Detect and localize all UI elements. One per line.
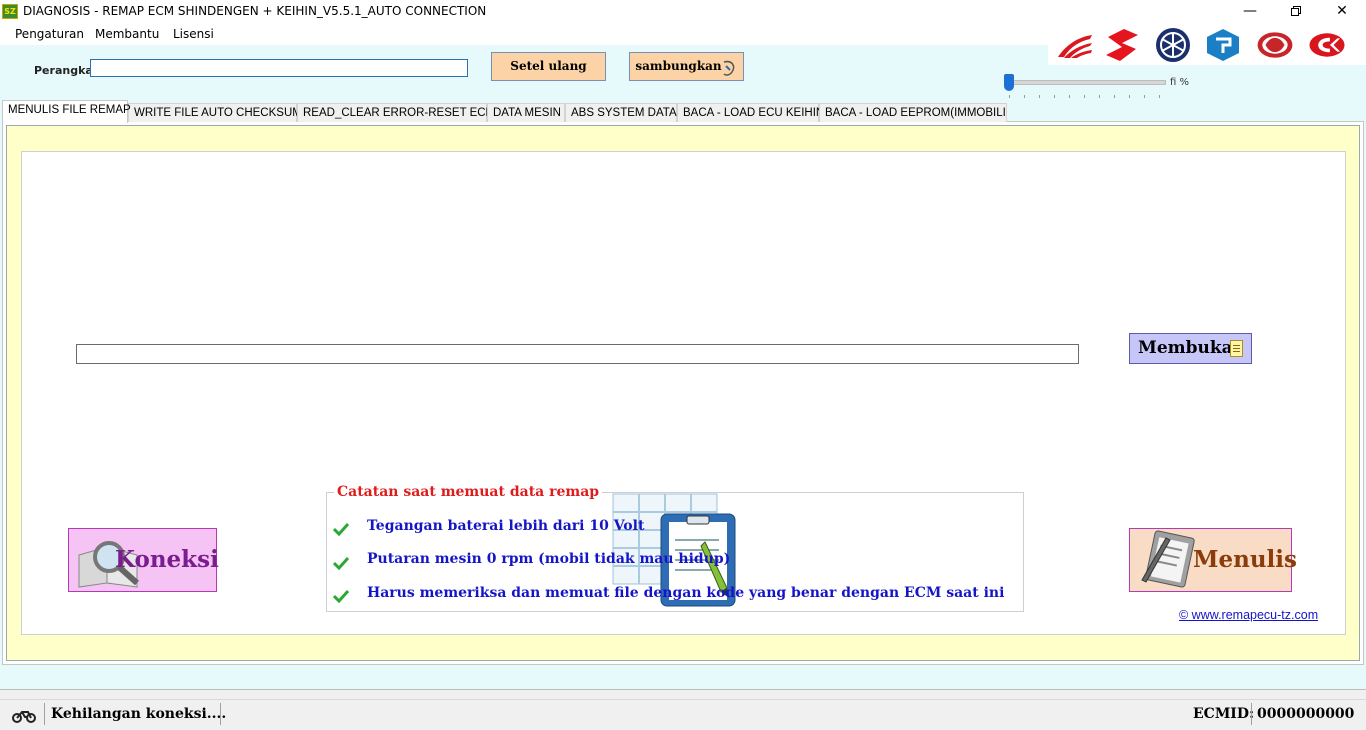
- website-link[interactable]: © www.remapecu-tz.com: [1179, 608, 1318, 622]
- progress-strip: [0, 689, 1366, 699]
- suzuki-logo: [1106, 29, 1138, 61]
- open-button-label: Membuka: [1138, 338, 1233, 358]
- menu-pengaturan[interactable]: Pengaturan: [15, 27, 84, 41]
- tab-menulis-file-remap[interactable]: MENULIS FILE REMAP: [2, 100, 131, 123]
- open-button[interactable]: Membuka: [1129, 333, 1252, 364]
- status-separator: [220, 703, 221, 725]
- slider-tick: [1069, 95, 1070, 98]
- note-item: Tegangan baterai lebih dari 10 Volt: [367, 518, 645, 534]
- document-icon: [1230, 340, 1243, 357]
- slider-tick: [1084, 95, 1085, 98]
- reset-button[interactable]: Setel ulang: [491, 52, 606, 81]
- check-icon: [333, 556, 349, 570]
- ecmid-value: 0000000000: [1257, 706, 1355, 722]
- honda-wing-logo: [1058, 35, 1092, 58]
- note-item: Putaran mesin 0 rpm (mobil tidak mau hid…: [367, 551, 731, 567]
- slider-thumb[interactable]: [1004, 74, 1014, 91]
- slider-track[interactable]: [1008, 80, 1166, 85]
- clipboard-pen-icon: [1141, 530, 1195, 588]
- status-separator: [1251, 703, 1252, 725]
- tab-baca-load-eeprom[interactable]: BACA - LOAD EEPROM(IMMOBILIZ: [819, 103, 1007, 122]
- check-icon: [333, 522, 349, 536]
- status-separator: [44, 703, 45, 725]
- yamaha-logo: [1156, 28, 1190, 62]
- daihatsu-logo: [1257, 32, 1293, 58]
- slider-tick: [1024, 95, 1025, 98]
- note-item: Harus memeriksa dan memuat file dengan k…: [367, 585, 1005, 601]
- ecmid-label: ECMID:: [1193, 706, 1255, 722]
- app-icon: SZ: [2, 4, 18, 19]
- tab-write-file-auto-checksum[interactable]: WRITE FILE AUTO CHECKSUM: [128, 103, 302, 122]
- motorcycle-icon: [12, 711, 36, 723]
- tab-abs-system-data[interactable]: ABS SYSTEM DATA: [565, 103, 677, 122]
- device-label: Perangkat: [34, 64, 99, 77]
- slider-tick: [1099, 95, 1100, 98]
- tab-read-clear-error[interactable]: READ_CLEAR ERROR-RESET ECM: [297, 103, 495, 122]
- window-title: DIAGNOSIS - REMAP ECM SHINDENGEN + KEIHI…: [23, 4, 487, 18]
- menu-lisensi[interactable]: Lisensi: [173, 27, 214, 41]
- connect-top-label: sambungkan: [635, 59, 722, 73]
- device-field[interactable]: [90, 59, 468, 77]
- minimize-icon[interactable]: —: [1227, 0, 1273, 23]
- restore-icon[interactable]: [1273, 0, 1319, 23]
- slider-tick: [1039, 95, 1040, 98]
- tab-baca-load-ecu-keihin[interactable]: BACA - LOAD ECU KEIHIN: [677, 103, 824, 122]
- kymco-logo: [1309, 33, 1345, 57]
- check-icon: [333, 589, 349, 603]
- slider-tick: [1054, 95, 1055, 98]
- connection-status: Kehilangan koneksi....: [51, 706, 227, 722]
- slider-tick: [1159, 95, 1160, 98]
- tab-data-mesin[interactable]: DATA MESIN: [487, 103, 565, 122]
- connect-label: Koneksi: [115, 546, 219, 573]
- slider-tick: [1009, 95, 1010, 98]
- slider-tick: [1144, 95, 1145, 98]
- file-path-field[interactable]: [76, 344, 1079, 364]
- slider-label: fi %: [1170, 77, 1189, 88]
- usb-icon: [723, 60, 735, 76]
- menu-membantu[interactable]: Membantu: [95, 27, 159, 41]
- slider-tick: [1114, 95, 1115, 98]
- piaggio-logo: [1207, 29, 1239, 61]
- notes-title: Catatan saat memuat data remap: [334, 484, 603, 500]
- write-label: Menulis: [1193, 546, 1297, 573]
- slider-tick: [1129, 95, 1130, 98]
- close-icon[interactable]: ✕: [1319, 0, 1365, 23]
